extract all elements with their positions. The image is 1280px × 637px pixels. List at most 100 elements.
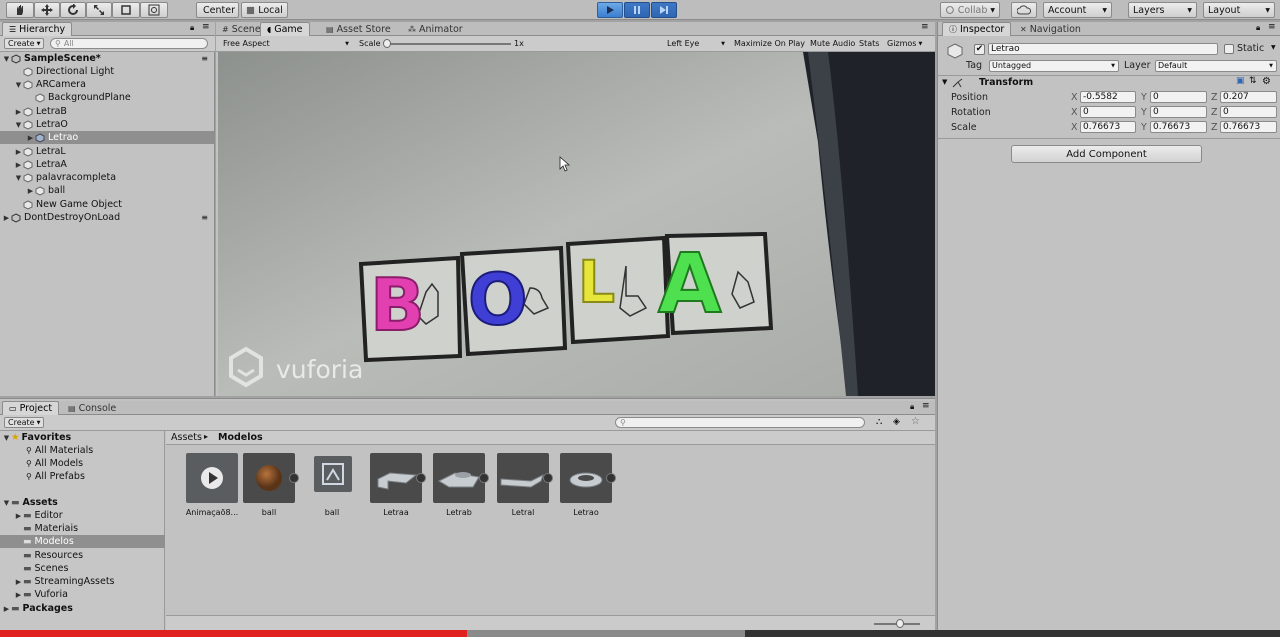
favorite-item[interactable]: ⚲ All Models — [0, 457, 165, 470]
space-local-button[interactable]: Local — [241, 2, 288, 18]
chevron-down-icon[interactable]: ▼ — [1271, 44, 1276, 51]
active-checkbox[interactable]: ✔ — [974, 44, 985, 55]
step-button[interactable] — [651, 2, 677, 18]
tree-row-ball[interactable]: ▶ ball — [0, 184, 214, 197]
folder-row-editor[interactable]: ▶ ▬ Editor — [0, 509, 165, 522]
collapse-arrow-icon[interactable]: ▶ — [14, 512, 23, 520]
tree-row-letrao-parent[interactable]: ▼ LetraO — [0, 118, 214, 131]
scale-tool-button[interactable] — [86, 2, 112, 18]
filter-label-icon[interactable]: ◈ — [893, 417, 900, 427]
collapse-arrow-icon[interactable]: ▶ — [14, 148, 23, 156]
cloud-button[interactable] — [1011, 2, 1037, 18]
collapse-arrow-icon[interactable]: ▶ — [2, 214, 11, 222]
tree-row-scene[interactable]: ▼ SampleScene* ≡ — [0, 52, 214, 65]
mute-audio-toggle[interactable]: Mute Audio — [807, 38, 858, 49]
rotation-y-field[interactable]: 0 — [1150, 106, 1207, 118]
scale-slider-thumb[interactable] — [383, 39, 391, 48]
assets-root-row[interactable]: ▼ ▬ Assets — [0, 496, 165, 509]
help-icon[interactable]: ▣ — [1236, 76, 1245, 86]
gear-icon[interactable]: ⚙ — [1262, 76, 1271, 87]
pivot-center-button[interactable]: Center — [196, 2, 239, 18]
tab-project[interactable]: ▭ Project — [2, 401, 60, 415]
aspect-dropdown[interactable]: Free Aspect ▼ — [220, 38, 352, 49]
tab-game[interactable]: ◖ Game — [260, 22, 310, 36]
panel-menu-icon[interactable]: ≡ — [202, 22, 210, 32]
project-search-input[interactable]: ⚲ — [615, 417, 865, 428]
expand-arrow-icon[interactable]: ▼ — [2, 499, 11, 507]
transform-header[interactable]: ▼ Transform ▣ ⇅ ⚙ — [938, 76, 1280, 90]
static-checkbox[interactable] — [1224, 44, 1234, 54]
position-z-field[interactable]: 0.207 — [1220, 91, 1277, 103]
expand-arrow-icon[interactable]: ▼ — [2, 434, 11, 442]
row-menu-icon[interactable]: ≡ — [201, 213, 208, 222]
layer-dropdown[interactable]: Default ▼ — [1155, 60, 1277, 72]
move-tool-button[interactable] — [34, 2, 60, 18]
collapse-arrow-icon[interactable]: ▶ — [14, 578, 23, 586]
tab-animator[interactable]: ⁂ Animator — [402, 22, 469, 36]
position-x-field[interactable]: -0.5582 — [1080, 91, 1136, 103]
add-component-button[interactable]: Add Component — [1011, 145, 1202, 163]
folder-row-vuforia[interactable]: ▶ ▬ Vuforia — [0, 588, 165, 601]
tree-row-dontdestroyonload[interactable]: ▶ DontDestroyOnLoad ≡ — [0, 211, 214, 224]
favorite-item[interactable]: ⚲ All Materials — [0, 444, 165, 457]
rotation-z-field[interactable]: 0 — [1220, 106, 1277, 118]
position-y-field[interactable]: 0 — [1150, 91, 1207, 103]
tree-row-letral[interactable]: ▶ LetraL — [0, 145, 214, 158]
collapse-arrow-icon[interactable]: ▶ — [14, 161, 23, 169]
tree-row-directional-light[interactable]: Directional Light — [0, 65, 214, 78]
collab-dropdown[interactable]: Collab ▼ — [940, 2, 1000, 18]
collapse-arrow-icon[interactable]: ▶ — [14, 591, 23, 599]
folder-row-materiais[interactable]: ▬ Materiais — [0, 522, 165, 535]
tree-row-backgroundplane[interactable]: BackgroundPlane — [0, 91, 214, 104]
folder-row-streamingassets[interactable]: ▶ ▬ StreamingAssets — [0, 575, 165, 588]
packages-row[interactable]: ▶ ▬ Packages — [0, 602, 165, 615]
row-menu-icon[interactable]: ≡ — [201, 54, 208, 63]
expand-arrow-icon[interactable]: ▼ — [14, 81, 23, 89]
game-viewport[interactable]: B O L A vuforia — [218, 52, 935, 396]
expand-arrow-icon[interactable]: ▼ — [14, 121, 23, 129]
expand-arrow-icon[interactable]: ▼ — [14, 174, 23, 182]
tree-row-letraa[interactable]: ▶ LetraA — [0, 158, 214, 171]
tree-row-letrao-selected[interactable]: ▶ Letrao — [0, 131, 214, 144]
tab-inspector[interactable]: ⓘ Inspector — [942, 22, 1012, 36]
tag-dropdown[interactable]: Untagged ▼ — [989, 60, 1119, 72]
collapse-arrow-icon[interactable]: ▶ — [26, 187, 35, 195]
hierarchy-search-input[interactable]: ⚲ All — [50, 38, 208, 49]
rect-tool-button[interactable] — [112, 2, 140, 18]
video-progress-track[interactable] — [0, 630, 1280, 637]
tab-asset-store[interactable]: ▤ Asset Store — [320, 22, 397, 36]
tree-row-new-game-object[interactable]: New Game Object — [0, 198, 214, 211]
expand-subassets-icon[interactable] — [416, 473, 426, 483]
display-dropdown[interactable]: Left Eye ▼ — [664, 38, 728, 49]
expand-arrow-icon[interactable]: ▼ — [2, 55, 11, 63]
layout-dropdown[interactable]: Layout ▼ — [1203, 2, 1275, 18]
panel-menu-icon[interactable]: ≡ — [1268, 22, 1276, 32]
project-create-button[interactable]: Create ▼ — [4, 417, 45, 428]
tab-console[interactable]: ▤ Console — [62, 401, 122, 415]
collapse-arrow-icon[interactable]: ▶ — [14, 108, 23, 116]
collapse-arrow-icon[interactable]: ▶ — [26, 134, 35, 142]
layers-dropdown[interactable]: Layers ▼ — [1128, 2, 1197, 18]
hand-tool-button[interactable] — [6, 2, 34, 18]
folder-row-scenes[interactable]: ▬ Scenes — [0, 562, 165, 575]
object-name-input[interactable]: Letrao — [988, 43, 1218, 55]
lock-icon[interactable]: 🔒︎ — [1256, 23, 1260, 33]
favorite-star-icon[interactable]: ☆ — [911, 416, 920, 427]
pause-button[interactable] — [624, 2, 650, 18]
scale-slider-track[interactable] — [386, 43, 511, 45]
scale-z-field[interactable]: 0.76673 — [1220, 121, 1277, 133]
maximize-on-play-toggle[interactable]: Maximize On Play — [731, 38, 808, 49]
lock-icon[interactable]: 🔒︎ — [910, 402, 914, 412]
rotation-x-field[interactable]: 0 — [1080, 106, 1136, 118]
breadcrumb-root[interactable]: Assets — [171, 432, 202, 443]
expand-subassets-icon[interactable] — [479, 473, 489, 483]
account-dropdown[interactable]: Account ▼ — [1043, 2, 1112, 18]
hierarchy-create-button[interactable]: Create ▼ — [4, 38, 45, 49]
tree-row-palavracompleta[interactable]: ▼ palavracompleta — [0, 171, 214, 184]
expand-arrow-icon[interactable]: ▼ — [942, 78, 947, 86]
folder-row-resources[interactable]: ▬ Resources — [0, 549, 165, 562]
tab-navigation[interactable]: ✕ Navigation — [1014, 22, 1087, 36]
expand-subassets-icon[interactable] — [289, 473, 299, 483]
preset-icon[interactable]: ⇅ — [1249, 76, 1257, 86]
thumbnail-size-slider-thumb[interactable] — [896, 619, 904, 628]
